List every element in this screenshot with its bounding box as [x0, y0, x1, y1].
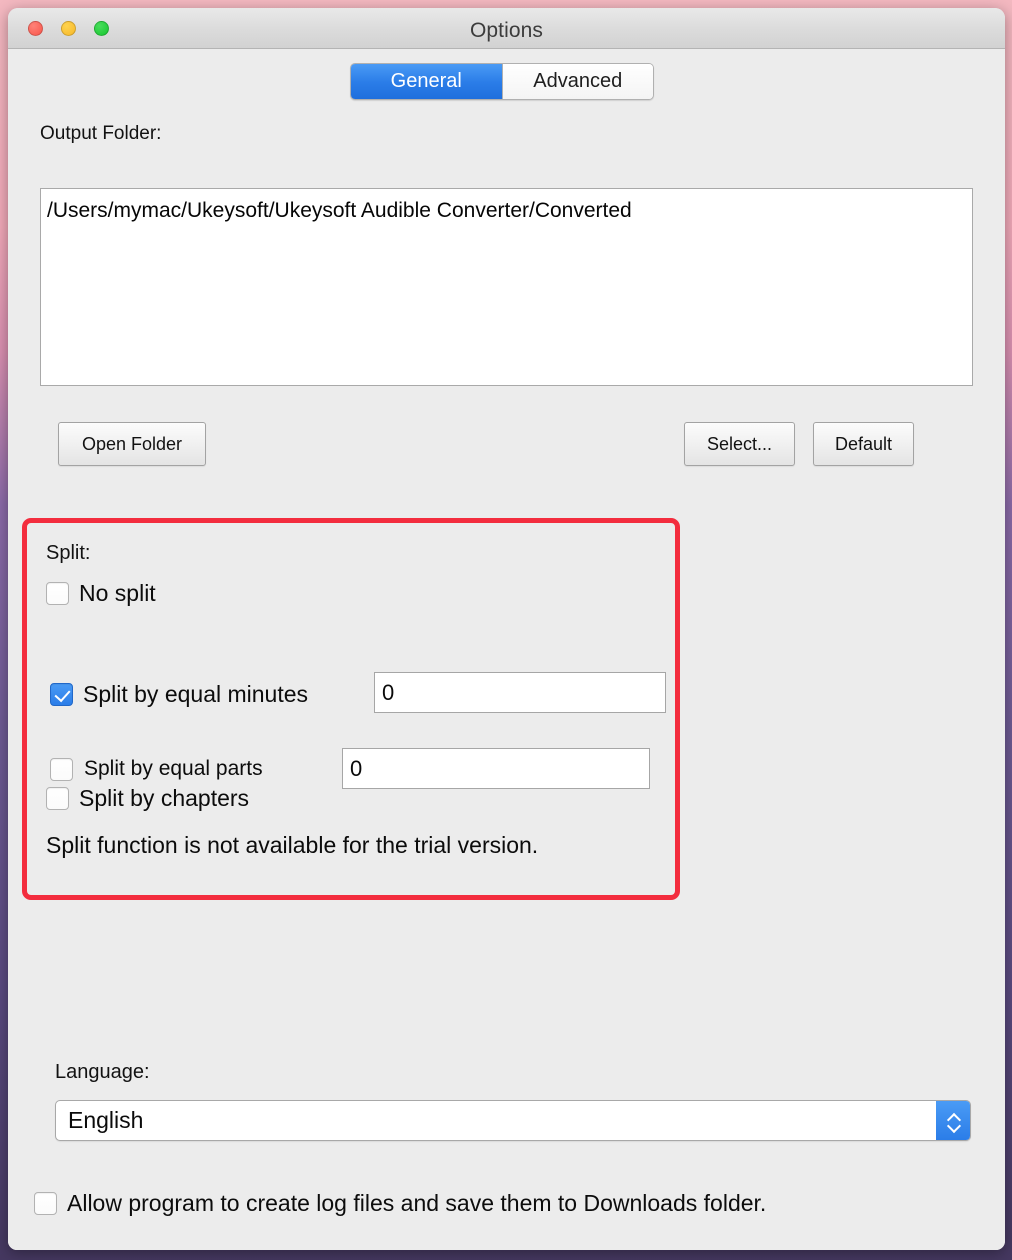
chevron-up-icon: [948, 1113, 959, 1119]
language-stepper-icon[interactable]: [936, 1101, 970, 1140]
checkbox-no-split[interactable]: No split: [46, 580, 156, 607]
open-folder-button[interactable]: Open Folder: [58, 422, 206, 466]
checkbox-split-by-equal-parts[interactable]: Split by equal parts: [50, 757, 263, 781]
split-minutes-input[interactable]: 0: [374, 672, 666, 713]
checkbox-split-by-chapters[interactable]: Split by chapters: [46, 785, 249, 812]
options-window: Options General Advanced Output Folder: …: [8, 8, 1005, 1250]
language-select[interactable]: English: [55, 1100, 971, 1141]
chevron-down-icon: [948, 1123, 959, 1129]
select-folder-button[interactable]: Select...: [684, 422, 795, 466]
window-titlebar: Options: [8, 8, 1005, 49]
split-minutes-checkbox-box[interactable]: [50, 683, 73, 706]
output-folder-path-field[interactable]: /Users/mymac/Ukeysoft/Ukeysoft Audible C…: [40, 188, 973, 386]
window-title: Options: [469, 19, 544, 42]
split-label: Split:: [46, 542, 91, 564]
checkbox-split-by-equal-minutes[interactable]: Split by equal minutes: [50, 681, 308, 708]
split-chapters-checkbox-box[interactable]: [46, 787, 69, 810]
output-folder-label: Output Folder:: [40, 123, 162, 144]
split-trial-notice: Split function is not available for the …: [46, 832, 539, 858]
tab-general[interactable]: General: [351, 64, 502, 99]
allow-log-files-label: Allow program to create log files and sa…: [67, 1190, 767, 1216]
allow-log-files-checkbox-box[interactable]: [34, 1192, 57, 1215]
split-parts-input[interactable]: 0: [342, 748, 650, 789]
no-split-label: No split: [79, 580, 156, 606]
checkbox-allow-log-files[interactable]: Allow program to create log files and sa…: [34, 1190, 766, 1217]
language-selected-value: English: [68, 1107, 144, 1133]
no-split-checkbox-box[interactable]: [46, 582, 69, 605]
split-chapters-label: Split by chapters: [79, 785, 250, 811]
options-content: General Advanced Output Folder: /Users/m…: [8, 49, 1005, 1250]
split-parts-checkbox-box[interactable]: [50, 757, 73, 781]
tab-advanced[interactable]: Advanced: [501, 64, 653, 99]
split-minutes-label: Split by equal minutes: [83, 681, 309, 707]
split-parts-label: Split by equal parts: [84, 757, 263, 780]
tab-bar: General Advanced: [350, 63, 654, 100]
language-label: Language:: [55, 1061, 150, 1083]
default-folder-button[interactable]: Default: [813, 422, 914, 466]
